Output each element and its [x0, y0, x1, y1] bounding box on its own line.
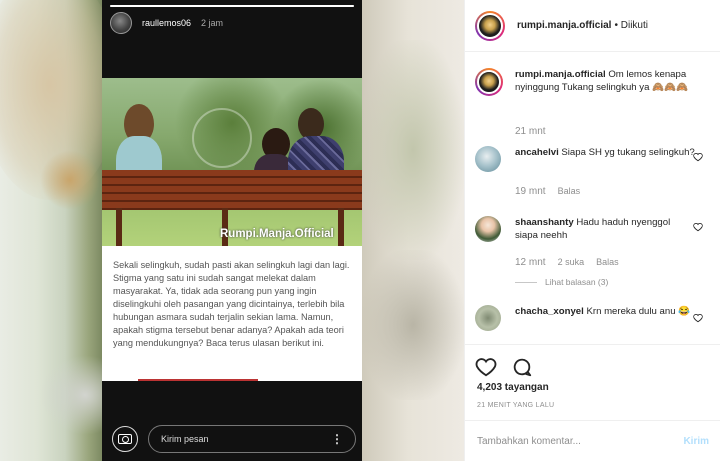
comment-meta: 12 mnt 2 suka Balas [515, 257, 619, 268]
blurred-background-spot [40, 150, 100, 210]
caption-time: 21 mnt [515, 126, 546, 137]
avatar[interactable] [475, 305, 501, 331]
like-heart-icon[interactable] [693, 313, 703, 323]
comment-username[interactable]: chacha_xonyel [515, 306, 584, 317]
story-timestamp: 2 jam [201, 18, 224, 28]
bench [102, 170, 362, 210]
heart-icon[interactable] [475, 356, 497, 378]
post-side-panel: rumpi.manja.official • Diikuti rumpi.man… [464, 0, 720, 461]
avatar[interactable] [475, 68, 503, 96]
caption-username[interactable]: rumpi.manja.official [515, 69, 606, 80]
like-heart-icon[interactable] [693, 222, 703, 232]
story-text-card: Sekali selingkuh, sudah pasti akan selin… [102, 246, 362, 381]
avatar[interactable] [110, 12, 132, 34]
comment-time: 19 mnt [515, 186, 546, 197]
comment-text: Siapa SH yg tukang selingkuh? [561, 147, 695, 158]
comment-icon[interactable] [511, 356, 533, 378]
comment-username[interactable]: ancahelvi [515, 147, 559, 158]
story-photo: Rumpi.Manja.Official [102, 78, 362, 246]
send-comment-button[interactable]: Kirim [683, 436, 709, 447]
divider [138, 379, 258, 381]
view-replies-button[interactable]: Lihat balasan (3) [515, 277, 608, 287]
avatar[interactable] [475, 216, 501, 242]
avatar[interactable] [475, 146, 501, 172]
blurred-background-spot [362, 40, 464, 260]
reply-button[interactable]: Balas [596, 257, 619, 268]
blurred-background-spot [362, 250, 464, 400]
view-replies-label: Lihat balasan (3) [545, 277, 609, 287]
story-viewer[interactable]: raullemos06 2 jam Rumpi.Manja.Official S… [102, 0, 362, 461]
story-header: raullemos06 2 jam [110, 12, 223, 34]
caption-meta: 21 mnt [515, 126, 546, 137]
caption-text-block: rumpi.manja.official Om lemos kenapa nyi… [515, 68, 695, 94]
comment-text-block: ancahelvi Siapa SH yg tukang selingkuh? [515, 146, 695, 159]
post-actions [475, 356, 533, 378]
more-options-icon[interactable]: ⋮ [331, 432, 343, 446]
add-comment-input[interactable]: Tambahkan komentar... [477, 436, 581, 447]
header-username[interactable]: rumpi.manja.official [517, 20, 611, 31]
story-footer: Kirim pesan ⋮ [102, 420, 362, 461]
add-comment-bar: Tambahkan komentar... Kirim [465, 420, 720, 461]
like-heart-icon[interactable] [693, 152, 703, 162]
logo-seal [192, 108, 252, 168]
avatar[interactable] [475, 10, 505, 41]
comment-username[interactable]: shaanshanty [515, 217, 574, 228]
post-timestamp: 21 MENIT YANG LALU [477, 402, 555, 409]
camera-icon [118, 434, 132, 444]
story-progress-bar [110, 5, 354, 7]
comment-text: Krn mereka dulu anu 😂 [586, 306, 691, 317]
story-media-area: raullemos06 2 jam Rumpi.Manja.Official S… [0, 0, 464, 461]
view-count[interactable]: 4,203 tayangan [477, 382, 549, 393]
comment-text-block: chacha_xonyel Krn mereka dulu anu 😂 [515, 305, 695, 318]
story-body-text: Sekali selingkuh, sudah pasti akan selin… [113, 260, 350, 348]
message-placeholder: Kirim pesan [161, 434, 209, 444]
comment-meta: 19 mnt Balas [515, 186, 580, 197]
story-username[interactable]: raullemos06 [142, 18, 191, 28]
reply-button[interactable]: Balas [558, 186, 581, 197]
send-message-input[interactable]: Kirim pesan ⋮ [148, 425, 356, 453]
comment-text-block: shaanshanty Hadu haduh nyenggol siapa ne… [515, 216, 695, 242]
camera-button[interactable] [112, 426, 138, 452]
watermark-text: Rumpi.Manja.Official [220, 228, 334, 240]
divider [465, 344, 720, 345]
like-count[interactable]: 2 suka [558, 257, 585, 268]
follow-status[interactable]: • Diikuti [614, 20, 648, 31]
post-header: rumpi.manja.official • Diikuti [465, 0, 720, 52]
comment-time: 12 mnt [515, 257, 546, 268]
